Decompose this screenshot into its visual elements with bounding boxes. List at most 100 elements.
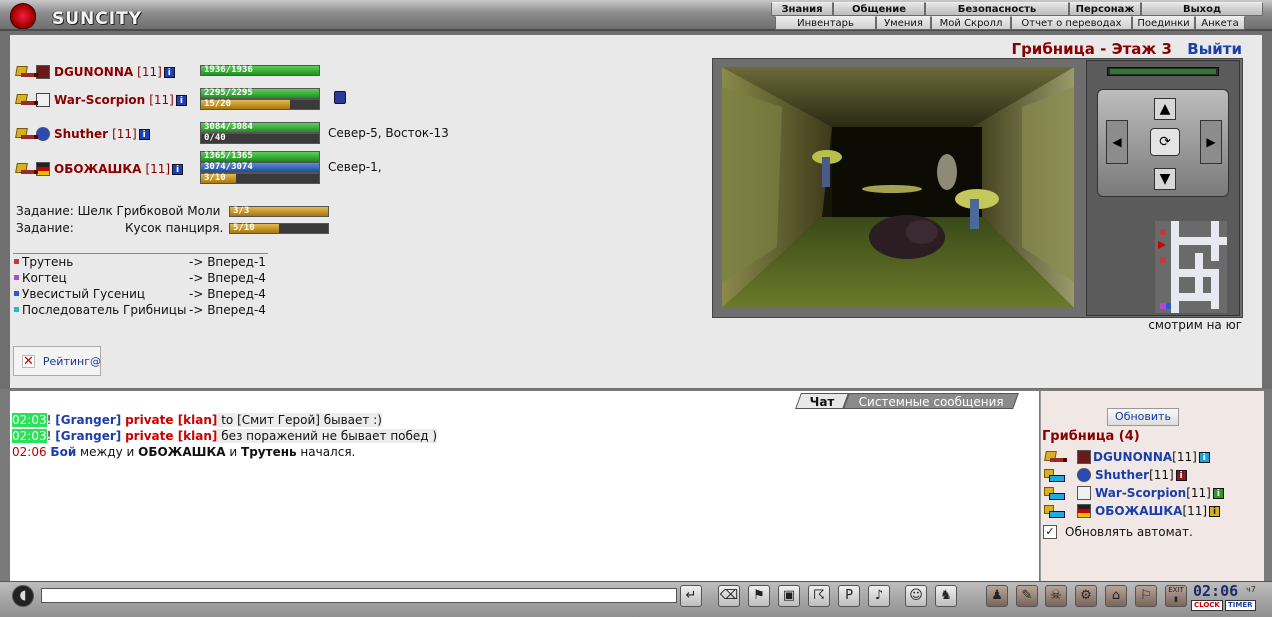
message-sender[interactable]: [Granger]: [55, 413, 121, 427]
menu-knowledge[interactable]: Знания: [771, 2, 833, 16]
smiley-icon[interactable]: ☺: [905, 585, 927, 607]
party-member-1[interactable]: DGUNONNA [11] i: [14, 62, 175, 82]
info-icon[interactable]: i: [163, 66, 175, 78]
close-icon[interactable]: ✕: [22, 354, 35, 368]
house-icon[interactable]: ⌂: [1105, 585, 1127, 607]
move-forward-button[interactable]: ▲: [1154, 98, 1176, 120]
monster-row[interactable]: Увесистый Гусениц -> Вперед-4: [13, 286, 268, 302]
monster-name[interactable]: Трутень: [22, 254, 73, 270]
location-title: Грибница - Этаж 3: [1011, 40, 1172, 58]
info-icon[interactable]: i: [1212, 487, 1224, 499]
teleport-arrow-icon[interactable]: [14, 126, 38, 142]
info-icon[interactable]: i: [1209, 505, 1221, 517]
player-list-item[interactable]: War-Scorpion [11] i: [1043, 484, 1224, 502]
message-time[interactable]: 02:06: [12, 445, 47, 459]
teleport-arrow-icon[interactable]: [14, 64, 38, 80]
teleport-icon[interactable]: [1043, 468, 1065, 482]
private-button[interactable]: P: [838, 585, 860, 607]
exit-game-button[interactable]: EXIT ▮: [1165, 585, 1187, 607]
menu-profile[interactable]: Анкета: [1195, 16, 1245, 30]
message-time[interactable]: 02:03: [12, 429, 47, 443]
monster-name[interactable]: Увесистый Гусениц: [22, 286, 145, 302]
helmet-icon[interactable]: ♞: [935, 585, 957, 607]
send-message-button[interactable]: ↵: [680, 585, 702, 607]
teleport-arrow-icon[interactable]: [14, 161, 38, 177]
speaker-icon[interactable]: ◖: [12, 585, 34, 607]
turn-left-button[interactable]: ◀: [1106, 120, 1128, 164]
info-icon[interactable]: i: [1198, 451, 1210, 463]
clear-chat-button[interactable]: ⌫: [718, 585, 740, 607]
exit-location-link[interactable]: Выйти: [1187, 40, 1242, 58]
teleport-arrow-icon[interactable]: [1043, 449, 1067, 465]
member-name[interactable]: Shuther: [54, 127, 108, 141]
message-channel[interactable]: private [klan]: [125, 429, 217, 443]
chat-input[interactable]: [41, 588, 677, 603]
player-name[interactable]: War-Scorpion: [1095, 486, 1186, 500]
rating-widget[interactable]: ✕ Рейтинг@: [13, 346, 101, 376]
hp-text: 2295/2295: [204, 88, 253, 98]
player-list-item[interactable]: DGUNONNA [11] i: [1043, 448, 1210, 466]
monster-row[interactable]: Последователь Грибницы -> Вперед-4: [13, 302, 268, 318]
message-channel[interactable]: private [klan]: [125, 413, 217, 427]
member-name[interactable]: DGUNONNA: [54, 65, 133, 79]
auto-update-option[interactable]: ✓ Обновлять автомат.: [1043, 525, 1193, 539]
gear-icon[interactable]: ⚙: [1075, 585, 1097, 607]
menu-security[interactable]: Безопасность: [925, 2, 1069, 16]
monster-row[interactable]: Когтец -> Вперед-4: [13, 270, 268, 286]
menu-my-scroll[interactable]: Мой Скролл: [931, 16, 1011, 30]
flag-button-icon[interactable]: ⚐: [1135, 585, 1157, 607]
scroll-icon[interactable]: ✎: [1016, 585, 1038, 607]
save-log-button[interactable]: ▣: [778, 585, 800, 607]
teleport-icon[interactable]: [1043, 504, 1065, 518]
info-icon[interactable]: i: [175, 94, 187, 106]
party-member-2[interactable]: War-Scorpion [11] i: [14, 90, 187, 110]
logo-emblem-icon: [10, 3, 36, 29]
monster-row[interactable]: Трутень -> Вперед-1: [13, 254, 268, 270]
filter-button[interactable]: ⚑: [748, 585, 770, 607]
battle-link[interactable]: Бой: [50, 445, 76, 459]
info-icon[interactable]: i: [1175, 469, 1187, 481]
timer-tab[interactable]: TIMER: [1225, 600, 1256, 611]
menu-transfer-report[interactable]: Отчет о переводах: [1011, 16, 1132, 30]
menu-duels[interactable]: Поединки: [1132, 16, 1195, 30]
player-name[interactable]: ОБОЖАШКА: [1095, 504, 1182, 518]
teleport-icon[interactable]: [1043, 486, 1065, 500]
party-member-4[interactable]: ОБОЖАШКА [11] i: [14, 159, 184, 179]
info-icon[interactable]: i: [138, 128, 150, 140]
inventory-icon[interactable]: ♟: [986, 585, 1008, 607]
player-name[interactable]: DGUNONNA: [1093, 450, 1172, 464]
message-player[interactable]: ОБОЖАШКА: [138, 445, 225, 459]
menu-exit[interactable]: Выход: [1141, 2, 1263, 16]
buff-icon[interactable]: [334, 91, 346, 104]
message-sender[interactable]: [Granger]: [55, 429, 121, 443]
member-name[interactable]: ОБОЖАШКА: [54, 162, 141, 176]
monster-name[interactable]: Когтец: [22, 270, 67, 286]
refresh-button[interactable]: Обновить: [1107, 408, 1179, 426]
info-icon[interactable]: i: [172, 163, 184, 175]
clock-tab[interactable]: CLOCK: [1191, 600, 1223, 611]
move-back-button[interactable]: ▼: [1154, 168, 1176, 190]
rating-label[interactable]: Рейтинг@: [43, 355, 101, 368]
auto-update-checkbox[interactable]: ✓: [1043, 525, 1057, 539]
tab-chat[interactable]: Чат: [795, 393, 849, 409]
player-list-item[interactable]: Shuther [11] i: [1043, 466, 1187, 484]
menu-inventory[interactable]: Инвентарь: [775, 16, 876, 30]
monster-name[interactable]: Последователь Грибницы: [22, 302, 186, 318]
dance-icon[interactable]: ☈: [808, 585, 830, 607]
refresh-view-button[interactable]: ⟳: [1150, 128, 1180, 156]
menu-character[interactable]: Персонаж: [1069, 2, 1141, 16]
member-name[interactable]: War-Scorpion: [54, 93, 145, 107]
teleport-arrow-icon[interactable]: [14, 92, 38, 108]
sound-button[interactable]: ♪: [868, 585, 890, 607]
party-member-3[interactable]: Shuther [11] i: [14, 124, 150, 144]
turn-right-button[interactable]: ▶: [1200, 120, 1222, 164]
quest-label: Задание:: [16, 221, 74, 235]
tab-system-messages[interactable]: Системные сообщения: [843, 393, 1019, 409]
message-time[interactable]: 02:03: [12, 413, 47, 427]
menu-skills[interactable]: Умения: [876, 16, 931, 30]
player-name[interactable]: Shuther: [1095, 468, 1149, 482]
player-list-item[interactable]: ОБОЖАШКА [11] i: [1043, 502, 1221, 520]
skull-icon[interactable]: ☠: [1045, 585, 1067, 607]
menu-communication[interactable]: Общение: [833, 2, 925, 16]
tab-system-label: Системные сообщения: [858, 395, 1004, 409]
